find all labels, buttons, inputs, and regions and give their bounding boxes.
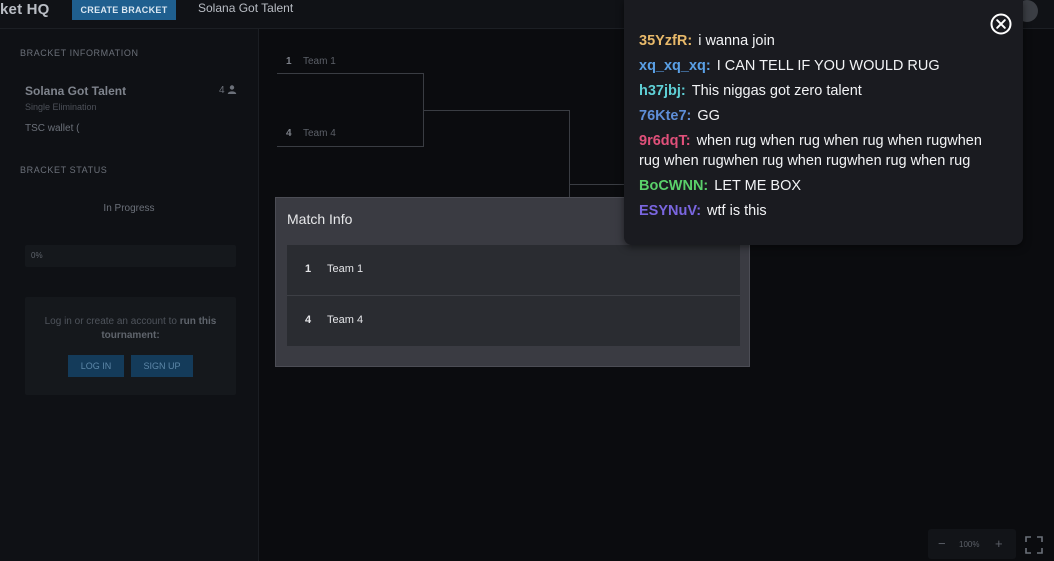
tournament-type: Single Elimination: [25, 102, 97, 112]
chat-username[interactable]: BoCWNN:: [639, 178, 708, 194]
chat-text: I CAN TELL IF YOU WOULD RUG: [716, 58, 940, 74]
chat-username[interactable]: 76Kte7:: [639, 108, 691, 124]
match-team-name: Team 1: [327, 263, 364, 275]
bracket-status-heading: BRACKET STATUS: [20, 165, 108, 175]
bracket-information-heading: BRACKET INFORMATION: [20, 48, 139, 58]
chat-username[interactable]: h37jbj:: [639, 83, 686, 99]
chat-text: i wanna join: [698, 33, 775, 49]
login-prompt-text: Log in or create an account to run this …: [37, 315, 224, 343]
slot-team-name: Team 1: [303, 56, 336, 67]
bracket-line: [277, 146, 424, 147]
chat-username[interactable]: xq_xq_xq:: [639, 58, 711, 74]
chat-message: BoCWNN: LET ME BOX: [639, 176, 994, 196]
chat-text: This niggas got zero talent: [691, 83, 862, 99]
chat-username[interactable]: 35YzfR:: [639, 33, 692, 49]
chat-text: GG: [697, 108, 720, 124]
slot-seed: 4: [286, 128, 292, 139]
bracket-line: [569, 184, 625, 185]
bracket-status-value: In Progress: [103, 203, 155, 214]
zoom-control: − 100% +: [928, 529, 1016, 559]
match-team-seed: 1: [305, 263, 312, 275]
sidebar: BRACKET INFORMATION Solana Got Talent Si…: [0, 29, 259, 561]
match-team-seed: 4: [305, 314, 312, 326]
chat-text: LET ME BOX: [714, 178, 802, 194]
fullscreen-icon[interactable]: [1022, 533, 1046, 557]
chat-username[interactable]: ESYNuV:: [639, 203, 701, 219]
match-info-title: Match Info: [287, 211, 353, 227]
match-team-name: Team 4: [327, 314, 364, 326]
chat-text: wtf is this: [707, 203, 767, 219]
chat-message: 76Kte7: GG: [639, 106, 994, 126]
chat-message: ESYNuV: wtf is this: [639, 201, 994, 221]
chat-overlay: 35YzfR: i wanna join xq_xq_xq: I CAN TELL I…: [624, 0, 1023, 245]
bracket-line: [423, 110, 570, 111]
login-prompt-post: :: [156, 330, 160, 341]
signup-button[interactable]: SIGN UP: [131, 355, 193, 377]
brand-logo[interactable]: ket HQ: [0, 1, 50, 18]
chat-message-list: 35YzfR: i wanna join xq_xq_xq: I CAN TELL I…: [639, 31, 994, 226]
zoom-in-button[interactable]: +: [995, 536, 1003, 551]
bracket-line: [277, 73, 424, 74]
tournament-name: Solana Got Talent: [25, 84, 127, 98]
progress-label: 0%: [31, 251, 43, 260]
slot-team-name: Team 4: [303, 128, 336, 139]
login-prompt-pre: Log in or create an account to: [44, 316, 180, 327]
chat-message: h37jbj: This niggas got zero talent: [639, 81, 994, 101]
zoom-out-button[interactable]: −: [938, 536, 946, 551]
people-icon: [228, 85, 237, 94]
participant-count-value: 4: [219, 85, 225, 96]
tournament-wallet: TSC wallet (: [25, 123, 80, 134]
progress-bar: 0%: [25, 245, 236, 267]
participant-count: 4: [219, 85, 237, 96]
login-prompt-box: Log in or create an account to run this …: [25, 297, 236, 395]
create-bracket-button[interactable]: CREATE BRACKET: [72, 0, 176, 20]
chat-message: 9r6dqT: when rug when rug when rug when r…: [639, 131, 994, 171]
chat-message: xq_xq_xq: I CAN TELL IF YOU WOULD RUG: [639, 56, 994, 76]
chat-message: 35YzfR: i wanna join: [639, 31, 994, 51]
bracket-title: Solana Got Talent: [198, 1, 294, 15]
login-button[interactable]: LOG IN: [68, 355, 124, 377]
match-team-row[interactable]: 1 Team 1: [287, 245, 740, 295]
slot-seed: 1: [286, 56, 292, 67]
chat-username[interactable]: 9r6dqT:: [639, 133, 691, 149]
match-team-row[interactable]: 4 Team 4: [287, 296, 740, 346]
zoom-level: 100%: [959, 540, 980, 549]
